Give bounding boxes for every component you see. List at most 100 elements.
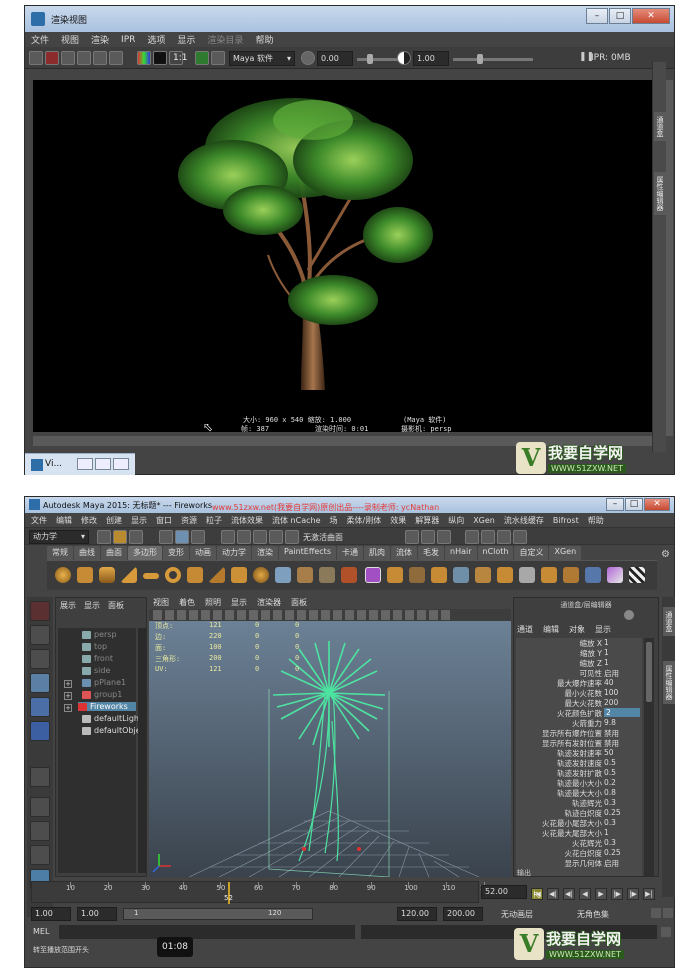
- step-forward-frame-button[interactable]: |▶: [611, 888, 623, 900]
- show-attribute-editor-icon[interactable]: [481, 530, 495, 544]
- ratio-label[interactable]: 1:1: [173, 53, 187, 63]
- channel-row[interactable]: 最小火花数 100: [516, 688, 642, 698]
- wedge-icon[interactable]: [563, 567, 579, 583]
- channel-row[interactable]: 最大火花数 200: [516, 698, 642, 708]
- channel-box-settings-icon[interactable]: [624, 610, 634, 620]
- poly-sphere-icon[interactable]: [55, 567, 71, 583]
- channel-value[interactable]: 50: [604, 748, 614, 757]
- exposure-field[interactable]: 0.00: [317, 51, 353, 66]
- shelf-tab[interactable]: 常规: [47, 546, 73, 560]
- channel-box-scrollbar[interactable]: [644, 638, 654, 876]
- channel-value[interactable]: 0.3: [604, 838, 616, 847]
- vp-menu-view[interactable]: 视图: [153, 597, 169, 609]
- shelf-tab[interactable]: 流体: [391, 546, 417, 560]
- mode-select[interactable]: 动力学 ▾: [29, 530, 89, 544]
- outliner-item-pplane1[interactable]: pPlane1: [82, 678, 126, 687]
- attribute-editor-tab[interactable]: 属性编辑器: [663, 661, 675, 704]
- insert-edge-loop-icon[interactable]: [475, 567, 491, 583]
- mel-label[interactable]: MEL: [33, 927, 49, 936]
- step-back-frame-button[interactable]: ◀|: [563, 888, 575, 900]
- close-button[interactable]: ✕: [632, 8, 670, 24]
- append-poly-icon[interactable]: [431, 567, 447, 583]
- snap-grid-icon[interactable]: [221, 530, 235, 544]
- shelf-tab-active[interactable]: 多边形: [128, 546, 162, 560]
- mel-input[interactable]: [59, 925, 355, 939]
- channel-value[interactable]: 9.8: [604, 718, 616, 727]
- current-frame-field[interactable]: 52.00: [481, 885, 527, 899]
- render-region-icon[interactable]: [45, 51, 59, 65]
- outliner-menu-show[interactable]: 展示: [60, 600, 76, 611]
- vp-menu-renderer[interactable]: 渲染器: [257, 597, 281, 609]
- outliner-menu-panels[interactable]: 面板: [108, 600, 124, 611]
- start-time-field[interactable]: 1.00: [31, 907, 71, 921]
- viewport-toolbar-icons[interactable]: [153, 610, 453, 620]
- channel-row[interactable]: 火花最小尾部大小 0.3: [516, 818, 642, 828]
- expand-icon[interactable]: +: [64, 692, 72, 700]
- attribute-editor-tab[interactable]: 属性编辑器: [654, 172, 666, 215]
- vp-menu-lighting[interactable]: 照明: [205, 597, 221, 609]
- poly-plane-icon[interactable]: [143, 573, 159, 579]
- poly-cube-icon[interactable]: [77, 567, 93, 583]
- outliner-item-top[interactable]: top: [82, 642, 107, 651]
- menu-display[interactable]: 显示: [177, 33, 195, 46]
- channel-row[interactable]: 火箭重力 9.8: [516, 718, 642, 728]
- restore-button[interactable]: [77, 458, 93, 470]
- exposure-slider-knob[interactable]: [367, 54, 373, 64]
- menu-soft-rigid[interactable]: 柔体/刚体: [347, 515, 382, 526]
- channel-value[interactable]: 0.25: [604, 808, 621, 817]
- shelf-tab[interactable]: 变形: [163, 546, 189, 560]
- lasso-tool-icon[interactable]: [30, 625, 50, 645]
- ipr-render-icon[interactable]: [421, 530, 435, 544]
- channel-row[interactable]: 轨迹最小大小 0.2: [516, 778, 642, 788]
- character-set-select[interactable]: 无角色集: [577, 909, 609, 920]
- channel-value[interactable]: 0.5: [604, 758, 616, 767]
- menu-particles[interactable]: 粒子: [206, 515, 222, 526]
- close-button[interactable]: ✕: [644, 498, 670, 511]
- bevel-icon[interactable]: [541, 567, 557, 583]
- channel-value[interactable]: 1: [604, 658, 609, 667]
- snap-plane-icon[interactable]: [269, 530, 283, 544]
- menu-fields[interactable]: 场: [330, 515, 338, 526]
- menu-render-dir[interactable]: 渲染目录: [207, 33, 243, 46]
- bridge-icon[interactable]: [409, 567, 425, 583]
- render-settings-icon[interactable]: [109, 51, 123, 65]
- smooth-icon[interactable]: [341, 567, 357, 583]
- shelf-tab[interactable]: PaintEffects: [279, 546, 336, 560]
- perspective-viewport[interactable]: 顶点: 121 0 0 边: 220 0 0 面: 100 0 0 三角形: 2…: [149, 621, 511, 877]
- redo-render-icon[interactable]: [29, 51, 43, 65]
- anim-layer-select[interactable]: 无动画层: [501, 909, 533, 920]
- checker-icon[interactable]: [629, 567, 645, 583]
- menu-edit[interactable]: 编辑: [56, 515, 72, 526]
- close-button-small[interactable]: [113, 458, 129, 470]
- channel-row[interactable]: 轨迹辉光 0.3: [516, 798, 642, 808]
- layout-two-icon[interactable]: [30, 845, 50, 865]
- shelf-tab[interactable]: 卡通: [337, 546, 363, 560]
- maximize-button-small[interactable]: [95, 458, 111, 470]
- outliner-item-defaultobject[interactable]: defaultObje: [82, 726, 141, 735]
- refresh-ipr-icon[interactable]: [93, 51, 107, 65]
- menu-solvers[interactable]: 解算器: [415, 515, 439, 526]
- outliner-scrollbar[interactable]: [138, 628, 146, 873]
- uv-editor-icon[interactable]: [585, 567, 601, 583]
- scrollbar-thumb[interactable]: [646, 642, 652, 702]
- playback-start-field[interactable]: 1.00: [77, 907, 117, 921]
- select-hierarchy-icon[interactable]: [159, 530, 173, 544]
- channel-value[interactable]: 启用: [604, 858, 619, 869]
- vp-menu-shading[interactable]: 着色: [179, 597, 195, 609]
- menu-fluid-ncache[interactable]: 流体 nCache: [272, 515, 321, 526]
- vp-menu-show[interactable]: 显示: [231, 597, 247, 609]
- gear-icon[interactable]: ⚙: [661, 549, 670, 560]
- vp-menu-panels[interactable]: 面板: [291, 597, 307, 609]
- menu-options[interactable]: 选项: [147, 33, 165, 46]
- outliner-item-defaultlight[interactable]: defaultLigh: [82, 714, 139, 723]
- remove-image-icon[interactable]: [211, 51, 225, 65]
- channel-row[interactable]: 最大爆炸速率 40: [516, 678, 642, 688]
- channel-value[interactable]: 2: [604, 708, 640, 717]
- show-modeling-toolkit-icon[interactable]: [465, 530, 479, 544]
- range-slider[interactable]: 1 120: [123, 908, 313, 920]
- outliner-item-group1[interactable]: group1: [82, 690, 122, 699]
- menu-file[interactable]: 文件: [31, 33, 49, 46]
- channel-row[interactable]: 显示所有爆炸位置 禁用: [516, 728, 642, 738]
- play-backward-button[interactable]: ◀: [579, 888, 591, 900]
- select-tool-icon[interactable]: [30, 601, 50, 621]
